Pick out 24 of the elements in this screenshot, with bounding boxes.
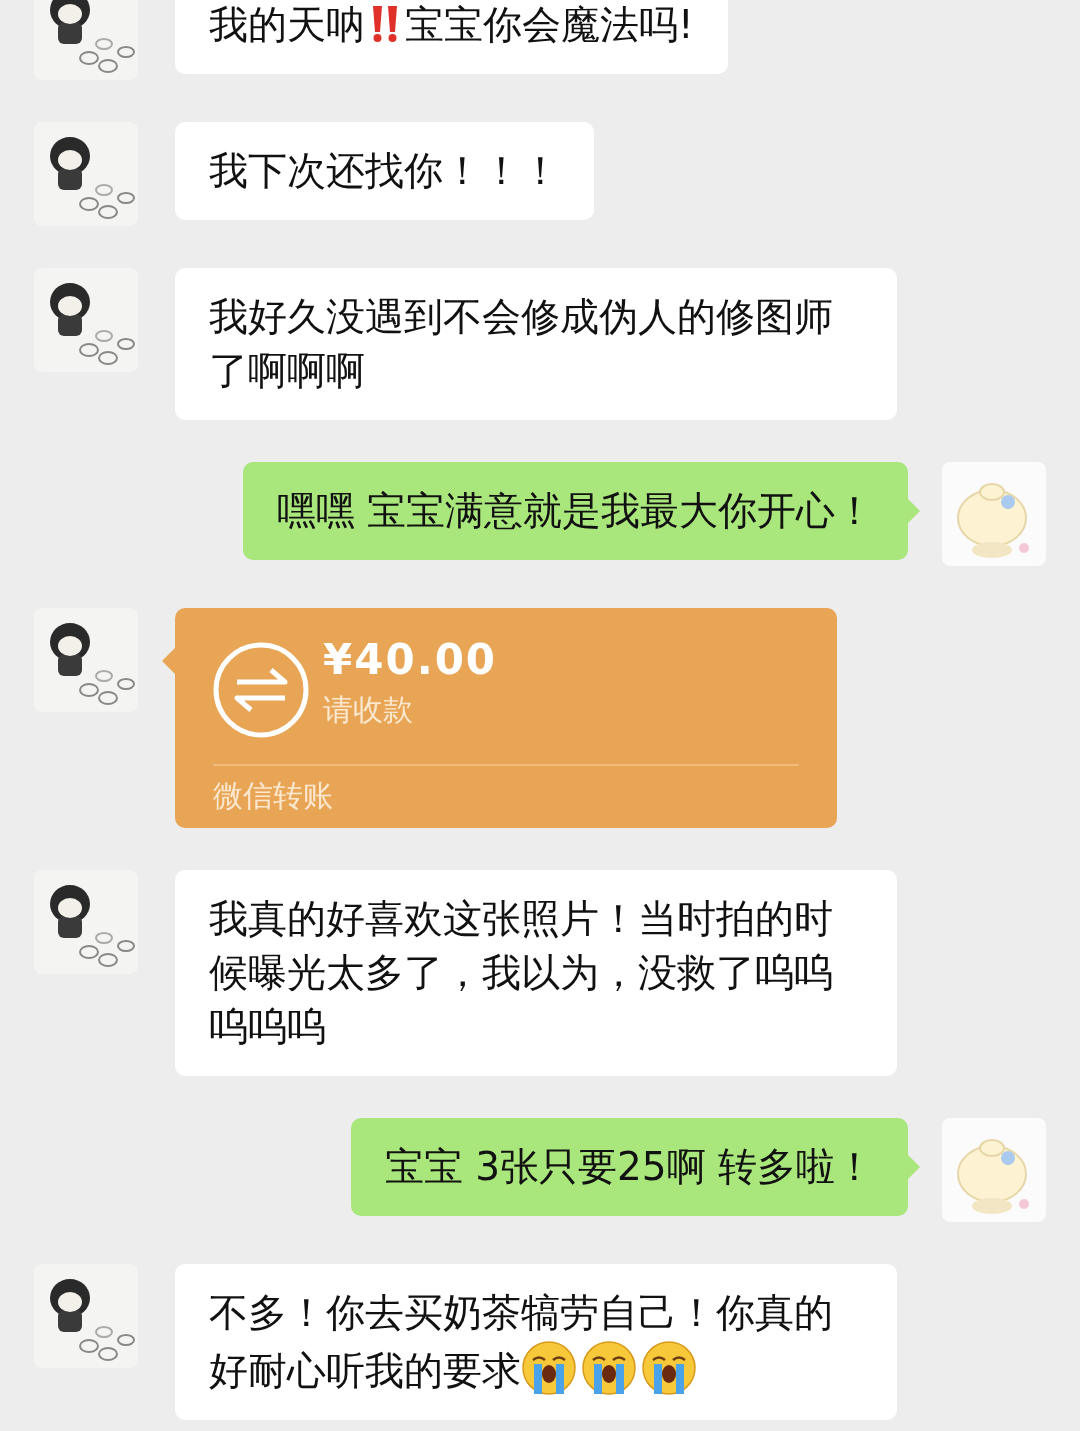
transfer-note: 请收款 <box>323 691 414 729</box>
bubble-tail <box>162 648 175 674</box>
message-bubble: 我好久没遇到不会修成伪人的修图师了啊啊啊 <box>175 268 897 420</box>
avatar-icon[interactable] <box>34 608 138 712</box>
transfer-icon <box>213 642 309 738</box>
message-bubble: 不多！你去买奶茶犒劳自己！你真的好耐心听我的要求 <box>175 1264 897 1420</box>
message-bubble: 我的天呐 宝宝你会魔法吗! <box>175 0 728 74</box>
crying-face-icon <box>521 1340 577 1396</box>
message-bubble: 我真的好喜欢这张照片！当时拍的时候曝光太多了，我以为，没救了呜呜呜呜呜 <box>175 870 897 1076</box>
crying-face-icon <box>641 1340 697 1396</box>
bubble-tail <box>908 499 920 523</box>
transfer-card[interactable]: ¥40.00 请收款 微信转账 <box>175 608 837 828</box>
avatar-icon[interactable] <box>34 122 138 226</box>
avatar-icon[interactable] <box>34 1264 138 1368</box>
avatar-icon[interactable] <box>34 870 138 974</box>
avatar-icon[interactable] <box>34 268 138 372</box>
crying-face-icon <box>581 1340 637 1396</box>
avatar-icon[interactable] <box>34 0 138 80</box>
message-bubble: 宝宝 3张只要25啊 转多啦！ <box>350 1118 908 1216</box>
transfer-amount: ¥40.00 <box>323 635 498 684</box>
message-bubble: 我下次还找你！！！ <box>175 122 594 220</box>
bubble-tail <box>908 1155 920 1179</box>
message-bubble: 嘿嘿 宝宝满意就是我最大你开心！ <box>242 462 908 560</box>
transfer-label: 微信转账 <box>213 777 334 815</box>
